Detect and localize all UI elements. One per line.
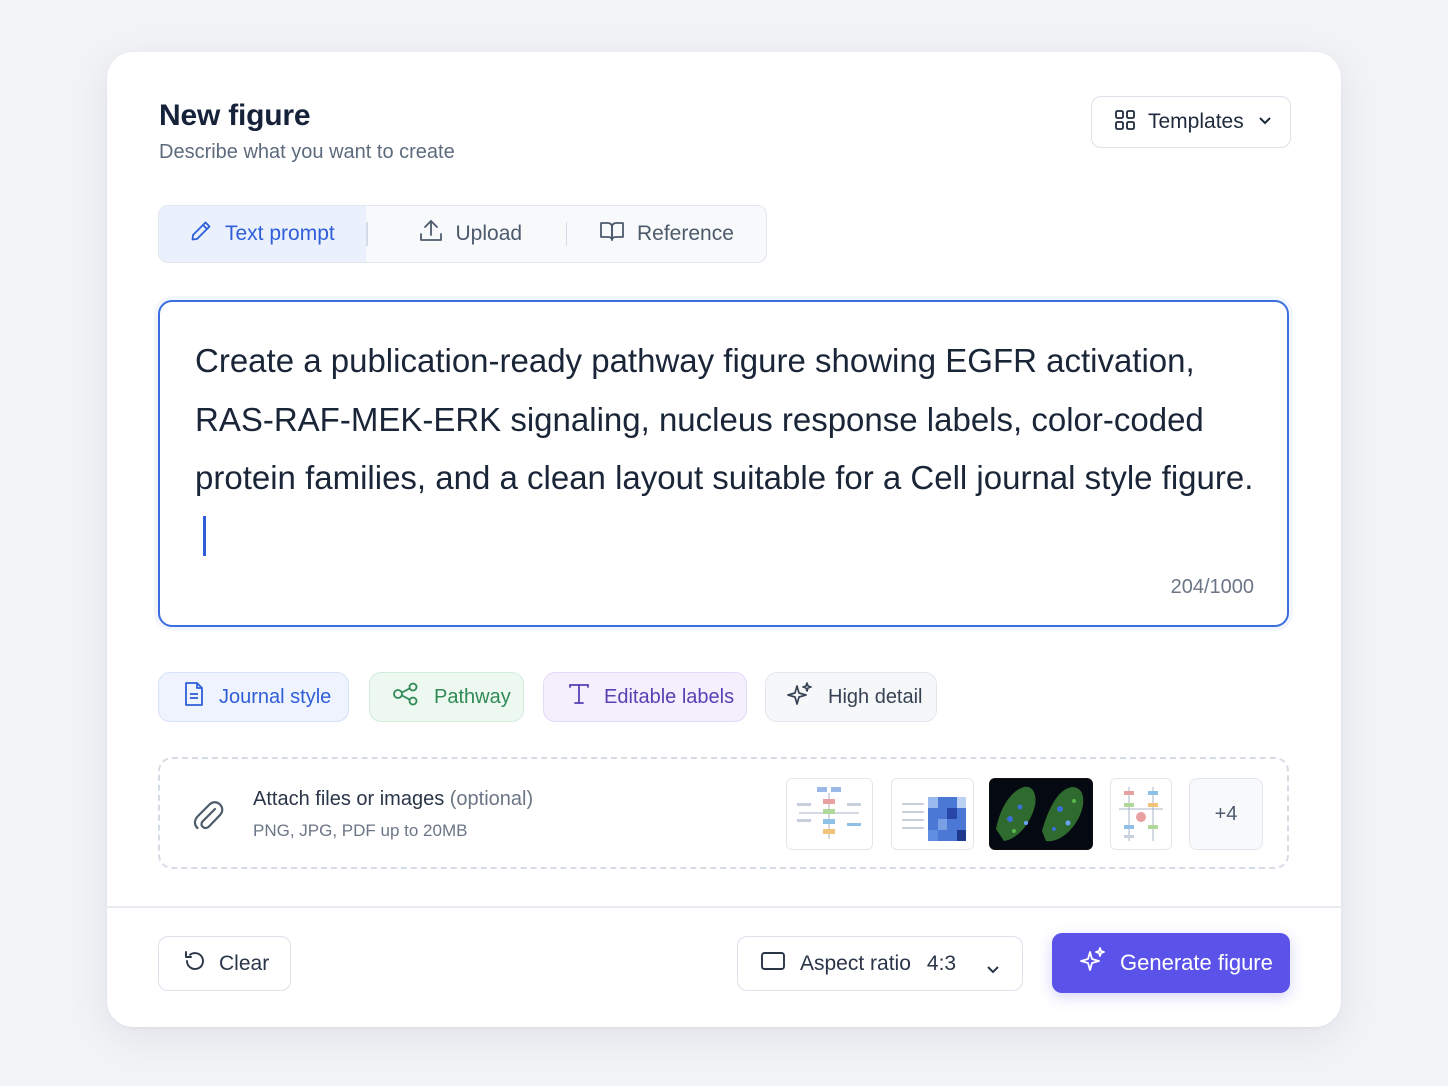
attach-title: Attach files or images (optional) <box>253 788 533 811</box>
book-icon <box>599 219 625 249</box>
share-nodes-icon <box>392 682 420 712</box>
tab-label: Upload <box>455 222 523 245</box>
chip-high-detail[interactable]: High detail <box>765 672 937 722</box>
aspect-value: 4:3 <box>926 951 957 975</box>
upload-icon <box>418 218 444 250</box>
tab-text-prompt[interactable]: Text prompt <box>159 206 366 262</box>
page-title: New figure <box>159 99 311 132</box>
tab-reference[interactable]: Reference <box>567 206 766 262</box>
tab-label: Text prompt <box>225 222 335 245</box>
tab-label: Reference <box>637 222 734 245</box>
grid-icon <box>1114 109 1136 136</box>
prompt-value: Create a publication-ready pathway figur… <box>195 342 1254 496</box>
attachment-dropzone[interactable]: Attach files or images (optional) PNG, J… <box>158 757 1289 869</box>
attachment-thumbnail[interactable] <box>1110 778 1172 850</box>
attachment-thumbnail[interactable] <box>891 778 974 850</box>
new-figure-card: New figure Describe what you want to cre… <box>107 52 1341 1027</box>
prompt-textarea[interactable]: Create a publication-ready pathway figur… <box>158 300 1289 627</box>
tab-upload[interactable]: Upload <box>368 206 566 262</box>
attach-title-text: Attach files or images <box>253 788 445 810</box>
text-icon <box>568 682 590 712</box>
sparkle-icon <box>1078 946 1108 980</box>
chevron-down-icon <box>1258 113 1272 131</box>
templates-label: Templates <box>1148 110 1244 133</box>
generate-label: Generate figure <box>1120 950 1273 975</box>
chip-label: Journal style <box>219 685 332 708</box>
aspect-label: Aspect ratio <box>800 951 911 975</box>
document-icon <box>183 681 205 713</box>
footer-divider <box>107 906 1341 908</box>
aspect-ratio-select[interactable]: Aspect ratio 4:3 <box>737 936 1023 991</box>
pencil-icon <box>189 219 213 249</box>
chip-label: High detail <box>828 685 923 708</box>
attachment-thumbnail[interactable] <box>989 778 1093 850</box>
text-caret <box>203 515 206 556</box>
reset-icon <box>183 949 207 979</box>
chip-pathway[interactable]: Pathway <box>369 672 524 722</box>
clear-label: Clear <box>219 951 270 975</box>
chip-label: Pathway <box>434 685 511 708</box>
chevron-down-icon <box>986 957 1000 981</box>
more-attachments-button[interactable]: +4 <box>1189 778 1263 850</box>
attach-hint: PNG, JPG, PDF up to 20MB <box>253 821 468 840</box>
chip-journal-style[interactable]: Journal style <box>158 672 349 722</box>
attach-optional: (optional) <box>449 788 534 810</box>
character-counter: 204/1000 <box>1170 576 1254 598</box>
attachment-thumbnail[interactable] <box>786 778 873 850</box>
paperclip-icon <box>190 797 226 838</box>
chip-label: Editable labels <box>604 685 735 708</box>
templates-button[interactable]: Templates <box>1091 96 1291 148</box>
generate-figure-button[interactable]: Generate figure <box>1052 933 1290 993</box>
sparkle-icon <box>786 681 814 713</box>
input-mode-tabs: Text prompt Upload Reference <box>158 205 767 263</box>
page-subtitle: Describe what you want to create <box>159 141 455 163</box>
rectangle-icon <box>760 951 786 977</box>
prompt-text[interactable]: Create a publication-ready pathway figur… <box>195 332 1255 566</box>
clear-button[interactable]: Clear <box>158 936 291 991</box>
chip-editable-labels[interactable]: Editable labels <box>543 672 747 722</box>
